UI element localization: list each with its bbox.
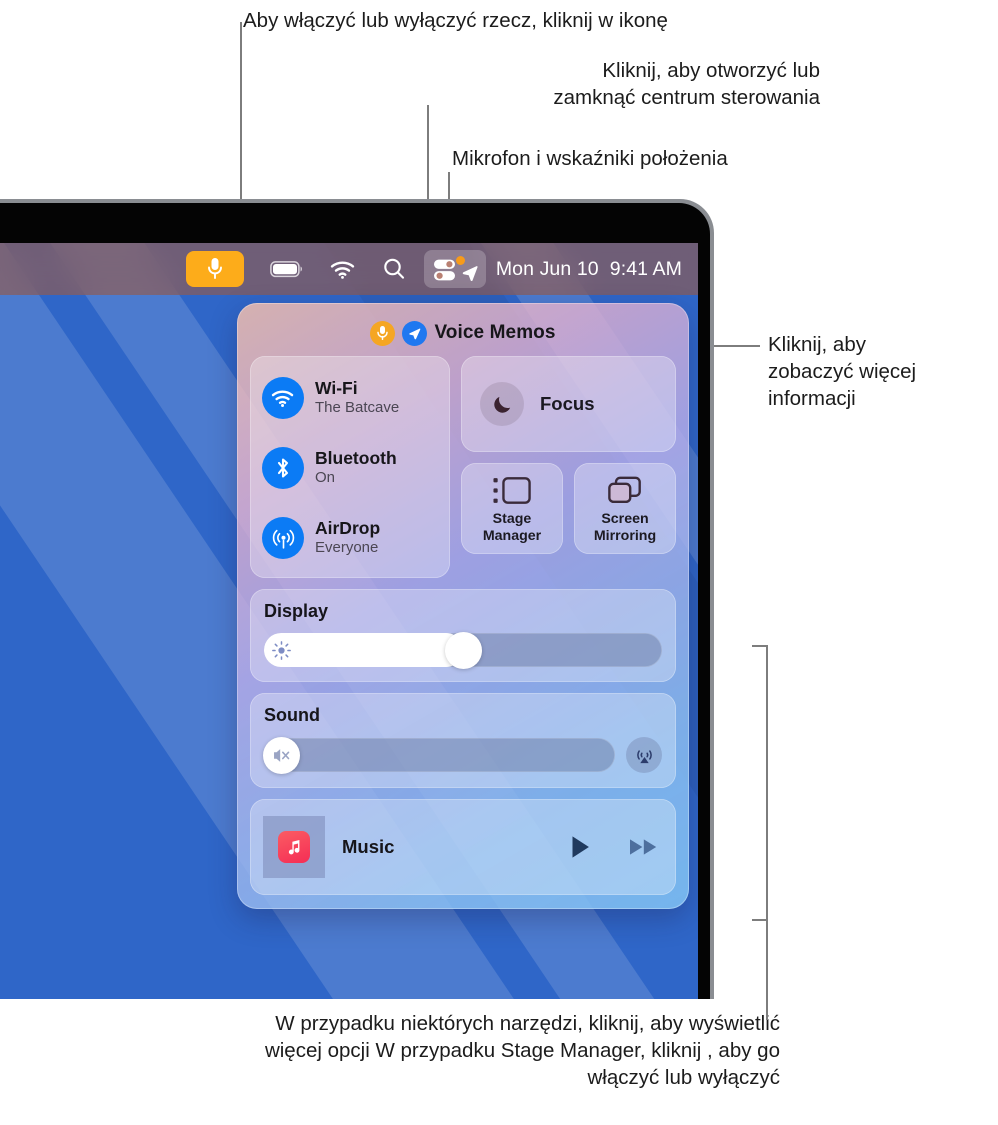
mute-speaker-icon xyxy=(274,748,290,762)
display-bezel: Mon Jun 10 9:41 AM Voice Memos Wi-Fi The… xyxy=(0,203,710,999)
brightness-knob[interactable] xyxy=(444,631,482,669)
volume-slider-row xyxy=(263,736,662,774)
control-center-square-tiles: Stage Manager Screen Mirroring xyxy=(461,463,676,554)
bluetooth-state: On xyxy=(315,469,336,487)
location-arrow-icon xyxy=(409,328,421,339)
music-tile: Music xyxy=(250,799,676,895)
bracket-modules-bottom xyxy=(752,919,767,921)
control-center-menubar-button[interactable] xyxy=(423,250,486,288)
brightness-fill xyxy=(264,633,463,667)
wifi-status-icon[interactable] xyxy=(330,251,356,287)
search-icon xyxy=(384,258,404,279)
menubar-clock[interactable]: Mon Jun 10 9:41 AM xyxy=(496,258,682,281)
callout-open-close-control-center: Kliknij, aby otworzyć lub zamknąć centru… xyxy=(553,59,820,109)
microphone-icon xyxy=(377,326,389,341)
stage-manager-icon xyxy=(493,477,531,504)
music-track-label: Music xyxy=(342,836,395,857)
microphone-in-use-indicator[interactable] xyxy=(370,320,396,346)
airdrop-visibility: Everyone xyxy=(315,539,379,557)
callout-mic-location-indicators: Mikrofon i wskaźniki położenia xyxy=(452,147,728,170)
wifi-icon xyxy=(330,261,355,279)
microphone-icon xyxy=(207,258,222,279)
control-center-panel: Voice Memos Wi-Fi The Batcave Bluetooth … xyxy=(237,303,689,909)
airdrop-icon xyxy=(272,529,294,549)
wifi-toggle-icon-button[interactable] xyxy=(262,377,304,419)
album-artwork-placeholder xyxy=(263,816,325,878)
brightness-track[interactable] xyxy=(264,631,662,669)
spotlight-search-icon[interactable] xyxy=(382,251,406,287)
brightness-slider[interactable] xyxy=(264,631,662,669)
desktop-screen: Mon Jun 10 9:41 AM Voice Memos Wi-Fi The… xyxy=(0,243,698,999)
music-app-icon xyxy=(278,831,310,863)
volume-knob[interactable] xyxy=(263,736,300,774)
bluetooth-title: Bluetooth xyxy=(315,447,397,468)
active-app-indicators: Voice Memos xyxy=(250,316,676,350)
brightness-glyph xyxy=(271,640,291,660)
active-app-label: Voice Memos xyxy=(434,322,556,343)
bluetooth-text: Bluetooth On xyxy=(315,447,397,487)
bluetooth-toggle-icon-button[interactable] xyxy=(262,447,304,489)
display-tile: Display xyxy=(250,589,676,682)
control-center-top-row: Wi-Fi The Batcave Bluetooth On AirDrop E… xyxy=(250,356,676,578)
airdrop-toggle-icon-button[interactable] xyxy=(262,517,304,559)
callout-more-info: Kliknij, aby zobaczyć więcej informacji xyxy=(768,333,917,410)
fast-forward-icon xyxy=(630,839,657,855)
airdrop-title: AirDrop xyxy=(315,517,381,538)
volume-track[interactable] xyxy=(263,736,615,774)
airdrop-control[interactable]: AirDrop Everyone xyxy=(262,511,438,565)
wifi-icon xyxy=(271,390,294,407)
sound-label: Sound xyxy=(264,705,320,725)
callout-toggle-icon: Aby włączyć lub wyłączyć rzecz, kliknij … xyxy=(243,9,668,32)
wifi-text: Wi-Fi The Batcave xyxy=(315,377,400,417)
stage-manager-tile[interactable]: Stage Manager xyxy=(461,463,563,554)
sound-tile: Sound xyxy=(250,693,676,788)
wifi-title: Wi-Fi xyxy=(315,377,358,398)
focus-label: Focus xyxy=(540,393,595,414)
menu-bar: Mon Jun 10 9:41 AM xyxy=(0,243,698,295)
connectivity-tile: Wi-Fi The Batcave Bluetooth On AirDrop E… xyxy=(250,356,450,578)
recording-indicator-dot xyxy=(455,256,465,265)
play-button[interactable] xyxy=(569,834,592,860)
microphone-indicator-button[interactable] xyxy=(185,251,244,287)
control-center-icon xyxy=(433,259,455,280)
brightness-icon xyxy=(271,640,291,660)
airplay-audio-button[interactable] xyxy=(626,737,662,773)
wifi-network-name: The Batcave xyxy=(315,399,400,417)
location-in-use-indicator[interactable] xyxy=(402,320,428,346)
bracket-modules-top xyxy=(752,645,767,647)
wifi-control[interactable]: Wi-Fi The Batcave xyxy=(262,371,438,425)
screenshot-root: Aby włączyć lub wyłączyć rzecz, kliknij … xyxy=(0,0,998,1125)
laptop-device: Mon Jun 10 9:41 AM Voice Memos Wi-Fi The… xyxy=(0,199,714,999)
bluetooth-control[interactable]: Bluetooth On xyxy=(262,441,438,495)
leader-line-more-options xyxy=(766,645,768,1020)
moon-icon xyxy=(493,396,510,413)
music-note-icon xyxy=(288,839,300,855)
control-center-right-column: Focus Stage Manager Screen Mirroring xyxy=(461,356,676,578)
battery-status-icon[interactable] xyxy=(269,251,304,287)
airdrop-text: AirDrop Everyone xyxy=(315,517,381,557)
callout-more-options: W przypadku niektórych narzędzi, kliknij… xyxy=(264,1012,780,1089)
screen-mirroring-label: Screen Mirroring xyxy=(593,511,657,544)
stage-manager-label: Stage Manager xyxy=(482,511,542,544)
display-label: Display xyxy=(264,601,329,621)
screen-mirroring-tile[interactable]: Screen Mirroring xyxy=(574,463,676,554)
airplay-audio-icon xyxy=(636,749,652,763)
fast-forward-button[interactable] xyxy=(629,836,659,858)
play-icon xyxy=(572,836,589,858)
bluetooth-icon xyxy=(277,458,289,478)
focus-toggle-icon-button[interactable] xyxy=(480,382,524,426)
focus-tile[interactable]: Focus xyxy=(461,356,676,452)
battery-icon xyxy=(269,261,302,278)
screen-mirroring-icon xyxy=(608,476,641,504)
